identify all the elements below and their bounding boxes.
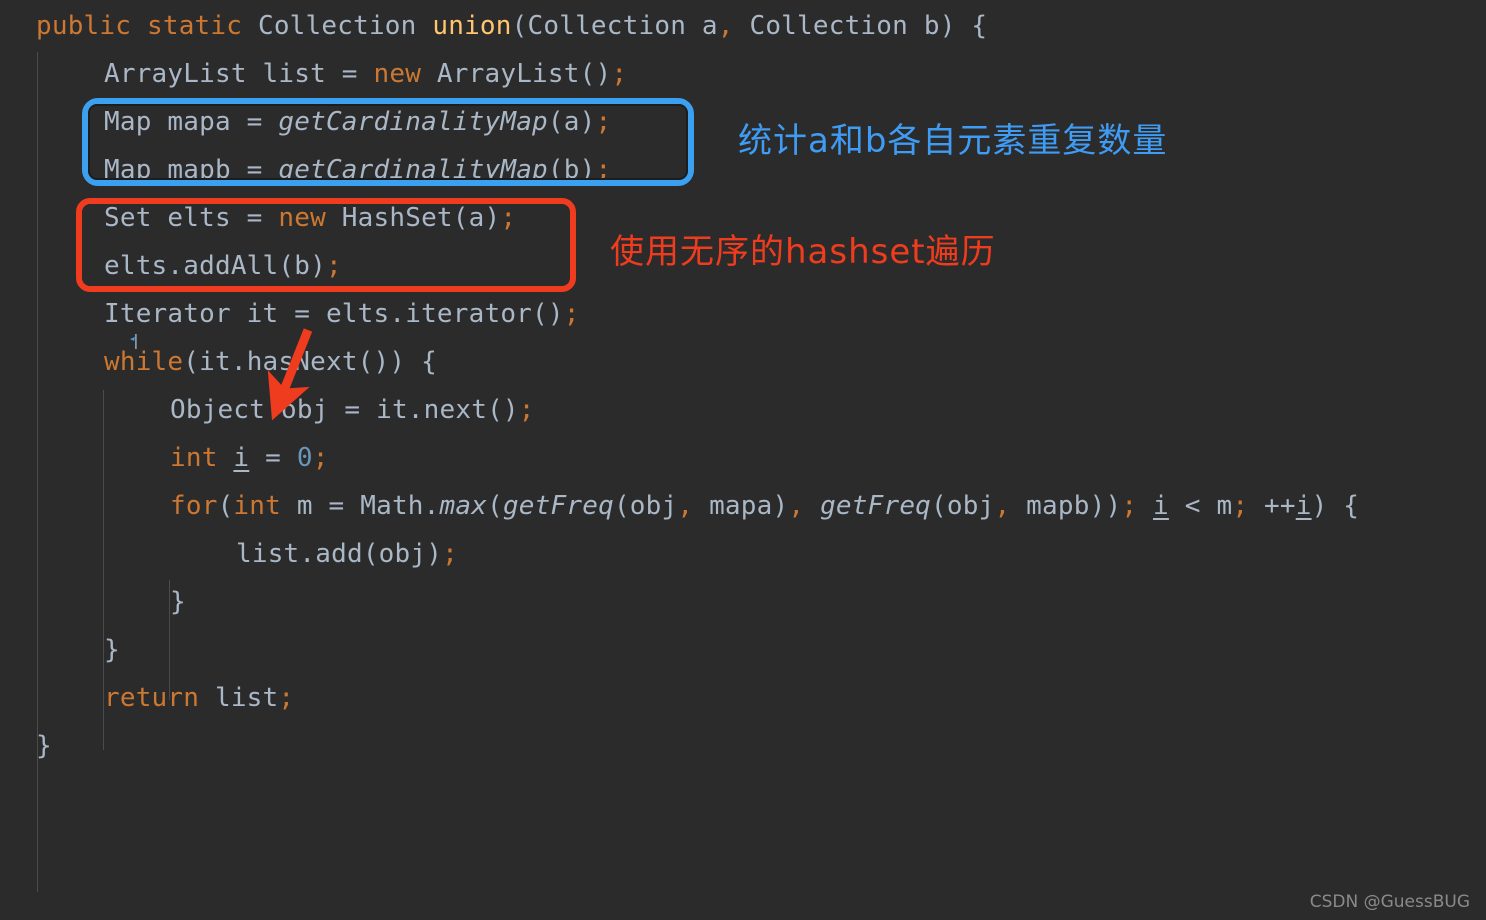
code-line[interactable]: Iterator it = elts.iterator(); — [0, 290, 580, 338]
code-token: ; — [595, 107, 612, 137]
code-token: list — [199, 683, 279, 713]
code-line[interactable]: Set elts = new HashSet(a); — [0, 194, 516, 242]
code-token: ; — [563, 299, 580, 329]
code-editor-content[interactable]: public static Collection union(Collectio… — [0, 0, 1486, 920]
code-token: , — [788, 491, 805, 521]
code-token: getFreq — [820, 491, 932, 521]
code-token: elts.addAll(b) — [104, 251, 326, 281]
code-token: ; — [1232, 491, 1249, 521]
code-token: mapb)) — [1010, 491, 1122, 521]
code-token: (obj — [931, 491, 995, 521]
code-token: public — [36, 11, 132, 41]
code-token: ; — [611, 59, 628, 89]
code-line[interactable]: list.add(obj); — [0, 530, 458, 578]
code-line[interactable]: elts.addAll(b); — [0, 242, 342, 290]
csdn-watermark: CSDN @GuessBUG — [1309, 892, 1470, 912]
code-line[interactable]: } — [0, 578, 186, 626]
code-token: list.add(obj) — [236, 539, 443, 569]
code-token: 0 — [296, 443, 313, 473]
code-token: ; — [325, 251, 342, 281]
code-token: ) { — [1311, 491, 1360, 521]
code-line[interactable]: for(int m = Math.max(getFreq(obj, mapa),… — [0, 482, 1359, 530]
code-token: (b) — [547, 155, 596, 185]
code-token: new — [278, 203, 326, 233]
code-line[interactable]: return list; — [0, 674, 294, 722]
code-token: ; — [518, 395, 535, 425]
code-token: mapa) — [693, 491, 789, 521]
code-token: max — [439, 491, 488, 521]
code-token: int — [170, 443, 218, 473]
code-token: ; — [1121, 491, 1138, 521]
code-token: Collection — [257, 11, 417, 41]
code-token: ( — [487, 491, 503, 521]
code-line[interactable]: } — [0, 626, 120, 674]
code-token: ; — [595, 155, 612, 185]
code-token: Set elts = — [104, 203, 279, 233]
code-token: ; — [312, 443, 329, 473]
code-token: while — [104, 347, 184, 377]
code-token: (it.hasNext()) { — [183, 347, 437, 377]
code-token: (Collection a — [511, 11, 718, 41]
code-token: < m — [1168, 491, 1233, 521]
code-token: ArrayList() — [421, 59, 612, 89]
code-token: Map mapb = — [104, 155, 279, 185]
code-token: ; — [500, 203, 517, 233]
code-token: , — [677, 491, 694, 521]
code-token: getCardinalityMap — [278, 155, 548, 185]
code-token: getCardinalityMap — [278, 107, 548, 137]
code-token: getFreq — [502, 491, 614, 521]
code-token: Collection b) { — [733, 11, 988, 41]
code-token: HashSet(a) — [325, 203, 501, 233]
code-token: ( — [217, 491, 234, 521]
code-token: m = Math. — [280, 491, 440, 521]
code-token: } — [170, 587, 186, 617]
code-token: = — [249, 443, 297, 473]
code-token: (a) — [547, 107, 596, 137]
code-token: int — [233, 491, 281, 521]
code-line[interactable]: Map mapa = getCardinalityMap(a); — [0, 98, 611, 146]
code-token: i — [1295, 491, 1312, 521]
code-token: return — [104, 683, 200, 713]
code-line[interactable]: Map mapb = getCardinalityMap(b); — [0, 146, 611, 194]
code-line[interactable]: } — [0, 722, 52, 770]
code-token: ++ — [1248, 491, 1296, 521]
code-line[interactable]: ArrayList list = new ArrayList(); — [0, 50, 627, 98]
code-line[interactable]: while(it.hasNext()) { — [0, 338, 437, 386]
code-token: ; — [278, 683, 295, 713]
code-token: (obj — [613, 491, 678, 521]
code-line[interactable]: int i = 0; — [0, 434, 329, 482]
code-token: ArrayList list = — [104, 59, 374, 89]
code-token: union — [432, 11, 512, 41]
code-token: for — [170, 491, 218, 521]
code-token: i — [233, 443, 250, 473]
code-token: , — [994, 491, 1011, 521]
code-line[interactable]: Object obj = it.next(); — [0, 386, 535, 434]
code-token: } — [36, 731, 52, 761]
code-token: Iterator it = elts.iterator() — [104, 299, 564, 329]
code-token: Object obj = it.next() — [170, 395, 519, 425]
code-token: new — [373, 59, 422, 89]
code-token: i — [1153, 491, 1169, 521]
code-token: , — [717, 11, 734, 41]
code-token: } — [104, 635, 120, 665]
code-token: ; — [442, 539, 458, 569]
code-line[interactable]: public static Collection union(Collectio… — [0, 2, 987, 50]
code-token: Map mapa = — [104, 107, 279, 137]
code-screenshot: public static Collection union(Collectio… — [0, 0, 1486, 920]
code-token: static — [146, 11, 243, 41]
